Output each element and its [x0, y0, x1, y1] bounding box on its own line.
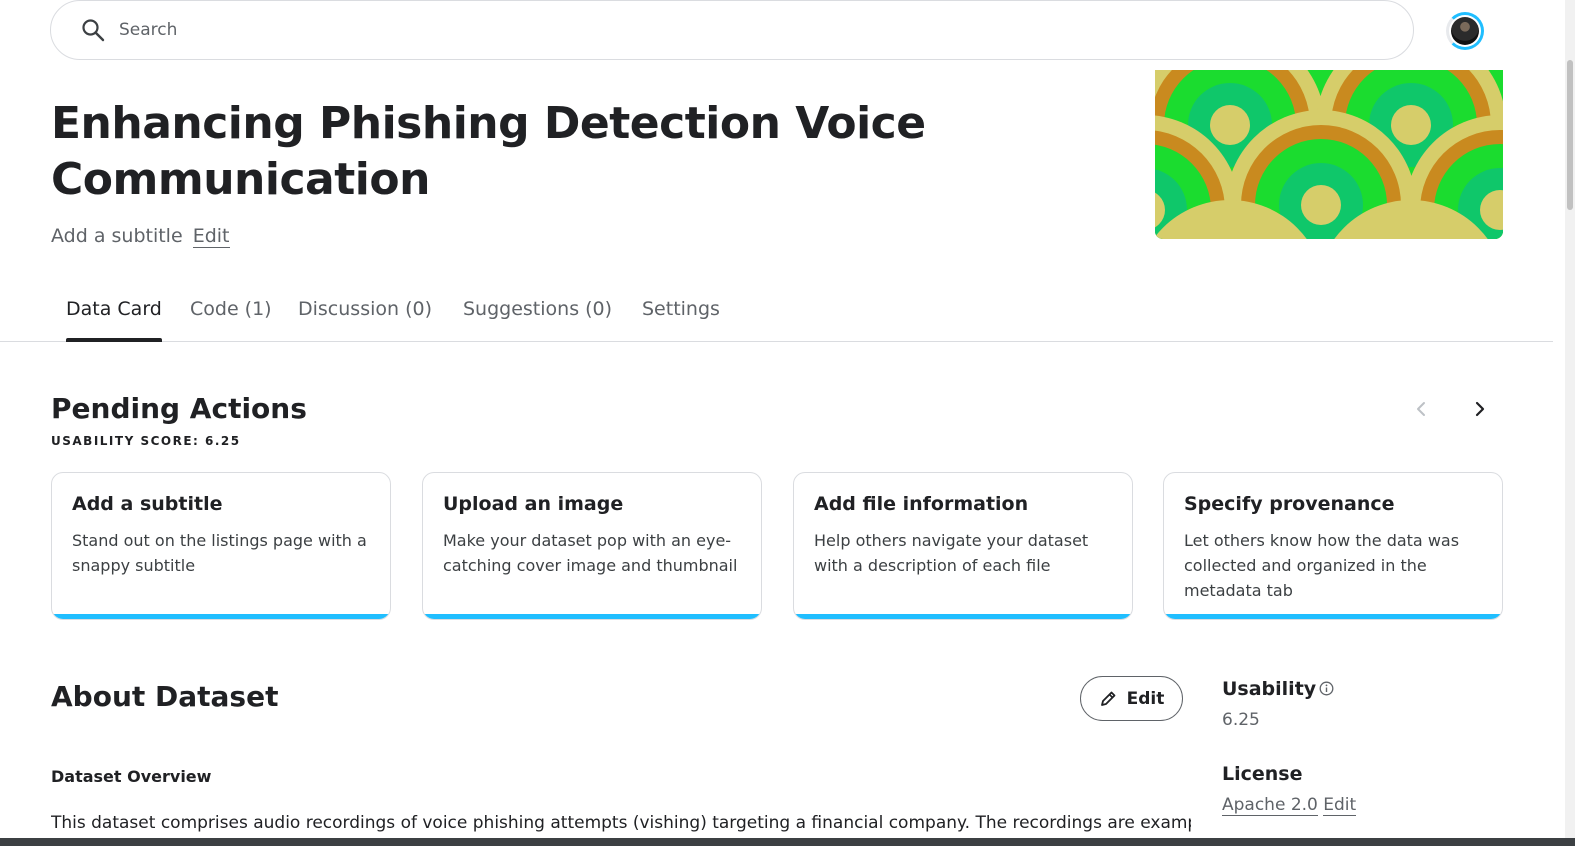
subtitle-row: Add a subtitle Edit	[51, 225, 230, 248]
edit-button-label: Edit	[1126, 688, 1165, 709]
action-card-title: Add a subtitle	[72, 493, 223, 515]
usability-value: 6.25	[1222, 710, 1260, 730]
dataset-overview-text: This dataset comprises audio recordings …	[51, 813, 1191, 833]
license-heading: License	[1222, 763, 1303, 785]
action-card-description: Help others navigate your dataset with a…	[814, 531, 1089, 575]
usability-heading: Usability	[1222, 678, 1317, 700]
action-card-title: Add file information	[814, 493, 1029, 515]
page-title: Enhancing Phishing Detection Voice Commu…	[51, 98, 926, 205]
pencil-icon	[1100, 691, 1116, 706]
dataset-overview-heading: Dataset Overview	[51, 767, 212, 786]
edit-about-button[interactable]: Edit	[1080, 676, 1183, 721]
page-scrollbar[interactable]	[1565, 0, 1575, 846]
subtitle-edit-link[interactable]: Edit	[192, 225, 230, 248]
action-card-upload-image[interactable]: Upload an image Make your dataset pop wi…	[422, 472, 762, 620]
tab-settings[interactable]: Settings	[642, 298, 720, 342]
tab-code[interactable]: Code (1)	[190, 298, 272, 342]
action-card-add-file-information[interactable]: Add file information Help others navigat…	[793, 472, 1133, 620]
chevron-left-icon	[1417, 402, 1425, 416]
license-edit-link[interactable]: Edit	[1323, 795, 1357, 816]
search-bar[interactable]	[50, 0, 1414, 60]
chevron-right-icon	[1475, 401, 1485, 417]
license-row: Apache 2.0 Edit	[1222, 795, 1357, 816]
action-card-description: Make your dataset pop with an eye-catchi…	[443, 531, 738, 575]
tab-bar: Data Card Code (1) Discussion (0) Sugges…	[0, 290, 1553, 342]
carousel-next-button[interactable]	[1467, 396, 1493, 422]
cover-image[interactable]	[1155, 70, 1503, 239]
search-icon	[81, 17, 107, 43]
window-bottom-edge	[0, 838, 1575, 846]
action-card-specify-provenance[interactable]: Specify provenance Let others know how t…	[1163, 472, 1503, 620]
tab-data-card[interactable]: Data Card	[66, 298, 162, 342]
tab-suggestions[interactable]: Suggestions (0)	[463, 298, 612, 342]
action-card-description: Let others know how the data was collect…	[1184, 531, 1460, 600]
usability-score-label: USABILITY SCORE: 6.25	[51, 434, 241, 448]
action-card-description: Stand out on the listings page with a sn…	[72, 531, 367, 575]
pending-actions-title: Pending Actions	[51, 392, 307, 425]
info-icon[interactable]	[1319, 681, 1334, 696]
action-card-add-subtitle[interactable]: Add a subtitle Stand out on the listings…	[51, 472, 391, 620]
action-card-title: Upload an image	[443, 493, 624, 515]
avatar-image	[1451, 17, 1479, 45]
avatar[interactable]	[1446, 12, 1484, 50]
license-link[interactable]: Apache 2.0	[1222, 795, 1318, 816]
about-dataset-title: About Dataset	[51, 680, 279, 713]
tab-discussion[interactable]: Discussion (0)	[298, 298, 432, 342]
carousel-prev-button[interactable]	[1408, 396, 1434, 422]
scrollbar-thumb[interactable]	[1567, 60, 1573, 210]
action-card-title: Specify provenance	[1184, 493, 1395, 515]
subtitle-prompt: Add a subtitle	[51, 225, 183, 247]
search-input[interactable]	[119, 20, 1319, 40]
